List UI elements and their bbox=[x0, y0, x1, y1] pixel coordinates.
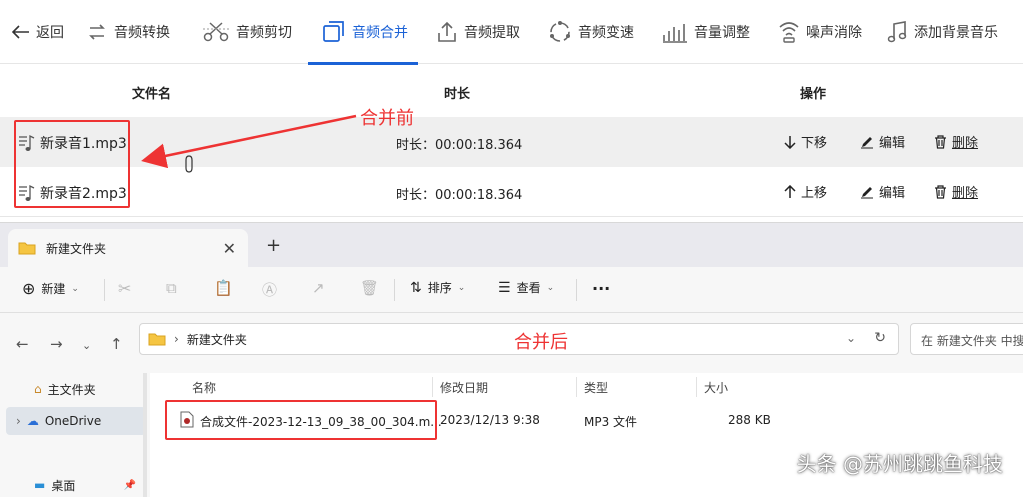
sidebar-item-label: OneDrive bbox=[44, 414, 102, 428]
tab-title: 新建文件夹 bbox=[46, 241, 107, 256]
sort-button[interactable]: ⇅ 排序 ⌄ bbox=[410, 279, 465, 296]
watermark: 头条 @苏州跳跳鱼科技 bbox=[796, 452, 1003, 476]
sidebar-item-home[interactable]: ⌂ 主文件夹 bbox=[0, 375, 140, 403]
after-annotation: 合并后 bbox=[514, 332, 568, 353]
explorer-tab[interactable]: 新建文件夹 ✕ bbox=[8, 229, 248, 267]
chevron-down-icon: ⌄ bbox=[71, 283, 79, 294]
view-icon: ☰ bbox=[498, 279, 511, 296]
cut-icon[interactable]: ✂ bbox=[118, 279, 131, 298]
recent-dropdown-icon[interactable]: ⌄ bbox=[82, 339, 91, 352]
chevron-right-icon: › bbox=[174, 332, 179, 346]
rename-icon[interactable]: Ⓐ bbox=[262, 279, 277, 300]
col-type[interactable]: 类型 bbox=[584, 379, 608, 396]
separator bbox=[432, 377, 433, 397]
file-type: MP3 文件 bbox=[584, 415, 638, 429]
address-row: ← → ⌄ ↑ › 新建文件夹 ⌄ ↻ 在 新建文件夹 中搜 bbox=[0, 313, 1023, 373]
nav-sidebar: ⌂ 主文件夹 › ☁ OneDrive ▬ 桌面 📌 bbox=[0, 373, 150, 497]
pin-icon: 📌 bbox=[123, 479, 136, 491]
address-dropdown-icon[interactable]: ⌄ bbox=[846, 331, 856, 345]
command-bar: ⊕ 新建 ⌄ ✂ ⧉ 📋 Ⓐ ↗ 🗑 ⇅ 排序 ⌄ ☰ 查看 ⌄ ··· bbox=[0, 267, 1023, 313]
separator bbox=[104, 279, 105, 301]
separator bbox=[696, 377, 697, 397]
more-options-button[interactable]: ··· bbox=[592, 279, 610, 298]
col-size[interactable]: 大小 bbox=[704, 379, 728, 396]
new-tab-button[interactable]: + bbox=[266, 235, 281, 256]
folder-icon bbox=[148, 333, 166, 346]
explorer-tabbar: 新建文件夹 ✕ + bbox=[0, 223, 1023, 267]
sidebar-item-label: 桌面 bbox=[51, 478, 76, 493]
up-nav-icon[interactable]: ↑ bbox=[110, 335, 123, 353]
col-modified[interactable]: 修改日期 bbox=[440, 379, 488, 396]
sidebar-item-onedrive[interactable]: › ☁ OneDrive bbox=[6, 407, 146, 435]
back-nav-icon[interactable]: ← bbox=[16, 335, 29, 353]
sidebar-item-desktop[interactable]: ▬ 桌面 📌 bbox=[0, 471, 140, 497]
view-label: 查看 bbox=[516, 281, 541, 295]
refresh-icon[interactable]: ↻ bbox=[874, 330, 886, 346]
paste-icon[interactable]: 📋 bbox=[214, 279, 233, 297]
sidebar-item-label: 主文件夹 bbox=[47, 382, 96, 397]
before-arrow bbox=[141, 114, 357, 169]
sort-icon: ⇅ bbox=[410, 279, 422, 296]
plus-circle-icon: ⊕ bbox=[22, 279, 36, 298]
chevron-down-icon: ⌄ bbox=[457, 282, 466, 293]
file-size: 288 KB bbox=[728, 413, 771, 427]
chevron-down-icon: ⌄ bbox=[546, 282, 555, 293]
file-modified: 2023/12/13 9:38 bbox=[440, 413, 540, 427]
address-path: 新建文件夹 bbox=[186, 332, 247, 347]
separator bbox=[576, 279, 577, 301]
view-button[interactable]: ☰ 查看 ⌄ bbox=[498, 279, 554, 296]
search-input[interactable]: 在 新建文件夹 中搜 bbox=[910, 323, 1023, 355]
cursor-icon bbox=[185, 155, 193, 173]
folder-icon bbox=[18, 242, 36, 255]
new-label: 新建 bbox=[41, 282, 66, 296]
separator bbox=[394, 279, 395, 301]
sidebar-scrollbar[interactable] bbox=[143, 373, 147, 497]
desktop-icon: ▬ bbox=[34, 478, 46, 492]
share-icon[interactable]: ↗ bbox=[312, 279, 325, 297]
after-highlight-box bbox=[165, 400, 437, 440]
home-icon: ⌂ bbox=[34, 382, 42, 396]
forward-nav-icon[interactable]: → bbox=[50, 335, 63, 353]
separator bbox=[576, 377, 577, 397]
cloud-icon: ☁ bbox=[26, 414, 39, 428]
delete-icon[interactable]: 🗑 bbox=[360, 279, 379, 297]
copy-icon[interactable]: ⧉ bbox=[166, 279, 177, 297]
chevron-right-icon: › bbox=[16, 414, 21, 428]
new-button[interactable]: ⊕ 新建 ⌄ bbox=[22, 279, 79, 298]
close-tab-icon[interactable]: ✕ bbox=[223, 239, 236, 258]
col-name[interactable]: 名称 bbox=[192, 379, 216, 396]
sort-label: 排序 bbox=[427, 281, 452, 295]
